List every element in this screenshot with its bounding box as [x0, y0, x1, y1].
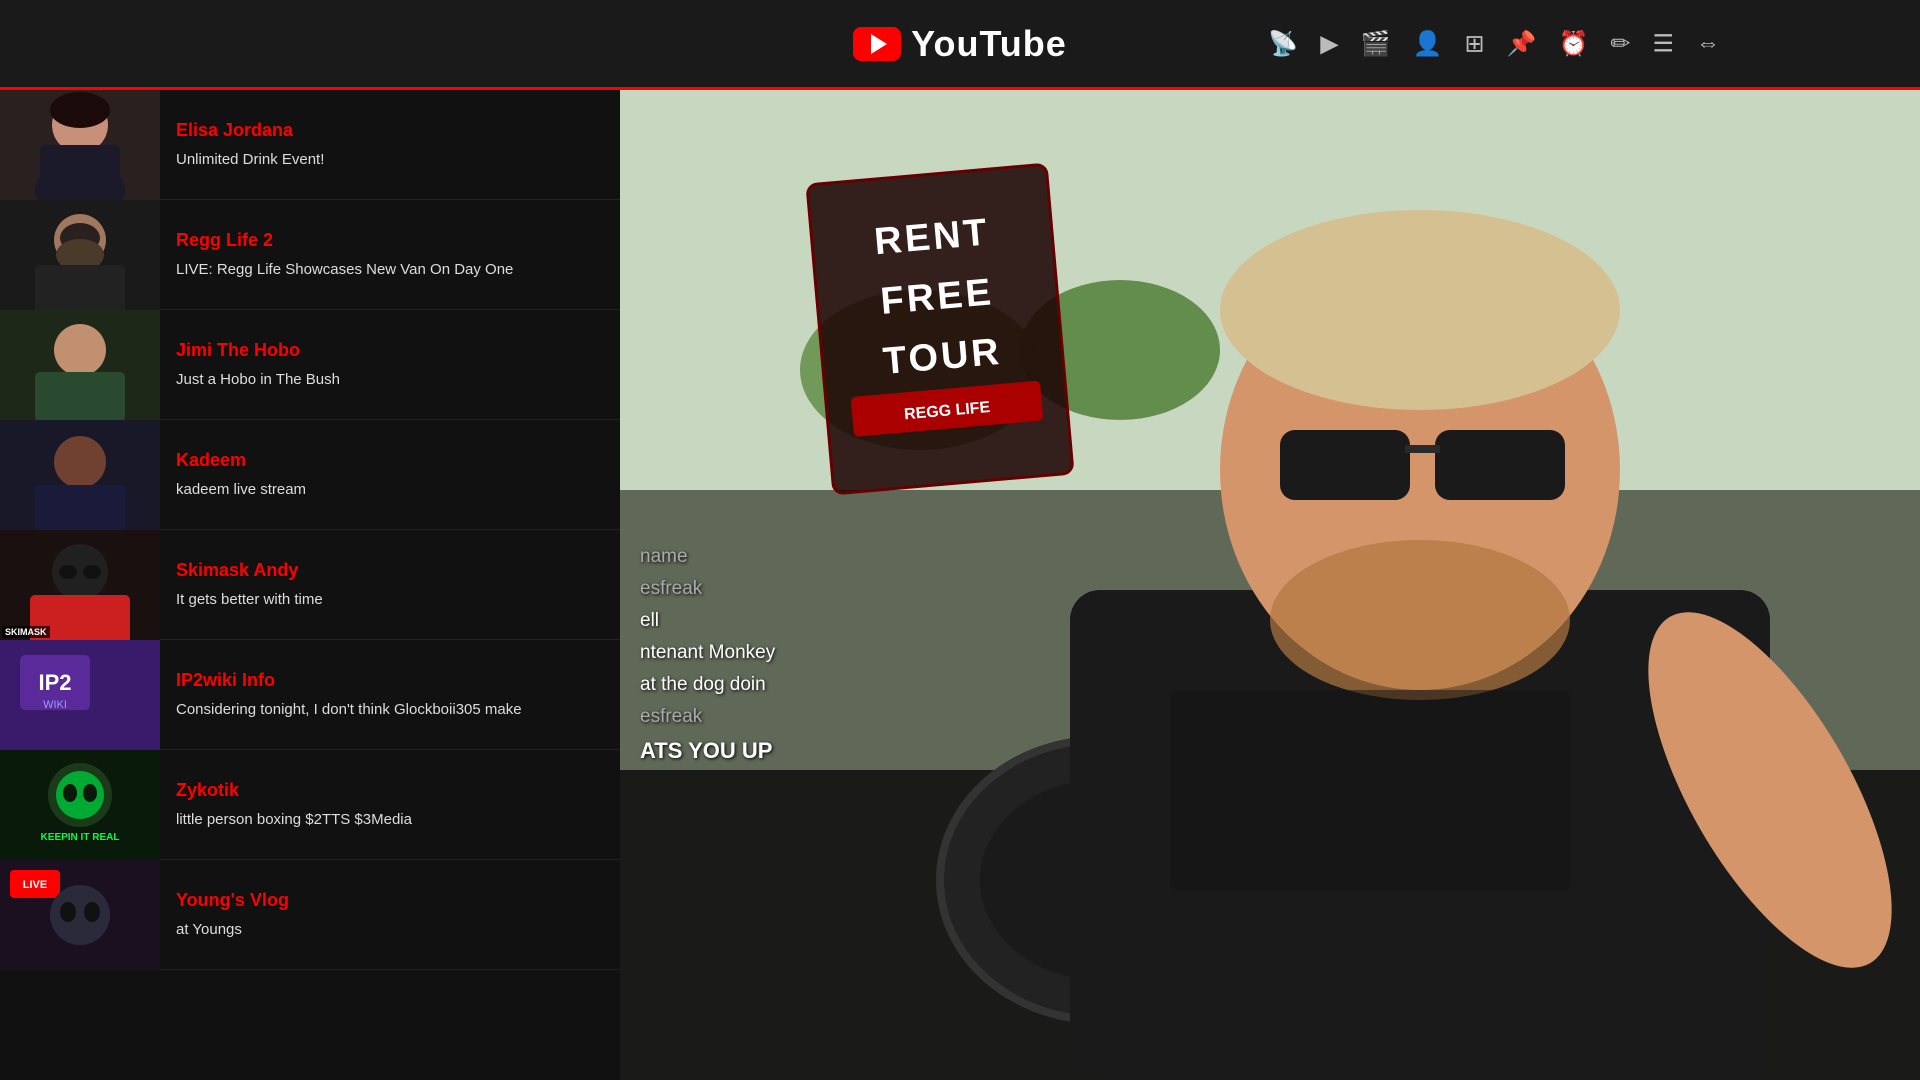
chat-line-7: ATS YOU UP — [640, 738, 940, 764]
stream-item-ip2[interactable]: IP2 WIKI IP2wiki Info Considering tonigh… — [0, 640, 620, 750]
stream-channel-regg: Regg Life 2 — [176, 230, 604, 251]
toolbar-icons: 📡 ▶ 🎬 👤 ⊞ 📌 ⏰ ✏ ☰ ⇔ — [1268, 29, 1720, 58]
expand-icon[interactable]: ⇔ — [1696, 30, 1720, 58]
svg-text:KEEPIN IT REAL: KEEPIN IT REAL — [41, 832, 120, 843]
video-area: RENT FREE TOUR REGG LIFE name esfreak el… — [620, 90, 1920, 1080]
stream-item-elisa[interactable]: Elisa Jordana Unlimited Drink Event! — [0, 90, 620, 200]
stream-channel-ip2: IP2wiki Info — [176, 670, 604, 691]
stream-title-regg: LIVE: Regg Life Showcases New Van On Day… — [176, 259, 604, 280]
stream-channel-zykotik: Zykotik — [176, 780, 604, 801]
stream-info-youngs: Young's Vlog at Youngs — [160, 860, 620, 969]
stream-channel-youngs: Young's Vlog — [176, 890, 604, 911]
stream-thumb-kadeem — [0, 420, 160, 530]
stream-channel-elisa: Elisa Jordana — [176, 120, 604, 141]
stream-item-youngs[interactable]: LIVE Young's Vlog at Youngs — [0, 860, 620, 970]
toolbar: 📡 ▶ 🎬 👤 ⊞ 📌 ⏰ ✏ ☰ ⇔ YouTube — [0, 0, 1920, 90]
stream-channel-jimi: Jimi The Hobo — [176, 340, 604, 361]
youtube-logo: YouTube — [853, 23, 1067, 65]
chat-line-5: at the dog doin — [640, 674, 940, 696]
stream-title-jimi: Just a Hobo in The Bush — [176, 369, 604, 390]
stream-thumb-elisa — [0, 90, 160, 200]
live-broadcast-icon[interactable]: 📡 — [1268, 29, 1298, 58]
stream-title-elisa: Unlimited Drink Event! — [176, 149, 604, 170]
stream-info-elisa: Elisa Jordana Unlimited Drink Event! — [160, 90, 620, 199]
stream-thumb-zykotik: KEEPIN IT REAL — [0, 750, 160, 860]
youtube-icon — [853, 27, 901, 61]
stream-title-skimask: It gets better with time — [176, 589, 604, 610]
svg-text:LIVE: LIVE — [23, 879, 47, 891]
chat-line-4: ntenant Monkey — [640, 642, 940, 664]
stream-title-kadeem: kadeem live stream — [176, 479, 604, 500]
stream-thumb-ip2: IP2 WIKI — [0, 640, 160, 750]
svg-text:IP2: IP2 — [38, 670, 71, 695]
stream-info-ip2: IP2wiki Info Considering tonight, I don'… — [160, 640, 620, 749]
stream-thumb-youngs: LIVE — [0, 860, 160, 970]
sidebar: Elisa Jordana Unlimited Drink Event! Reg… — [0, 90, 620, 1080]
stream-thumb-skimask: SKIMASK — [0, 530, 160, 640]
stream-info-regg: Regg Life 2 LIVE: Regg Life Showcases Ne… — [160, 200, 620, 309]
stream-title-youngs: at Youngs — [176, 919, 604, 940]
youtube-title: YouTube — [911, 23, 1067, 65]
grid-icon[interactable]: ⊞ — [1464, 29, 1484, 58]
skimask-label: SKIMASK — [2, 626, 50, 638]
chat-line-2: esfreak — [640, 578, 940, 600]
main-content: Elisa Jordana Unlimited Drink Event! Reg… — [0, 90, 1920, 1080]
stream-title-ip2: Considering tonight, I don't think Glock… — [176, 699, 604, 720]
profile-icon[interactable]: 👤 — [1413, 29, 1443, 58]
stream-info-jimi: Jimi The Hobo Just a Hobo in The Bush — [160, 310, 620, 419]
chat-line-3: ell — [640, 610, 940, 632]
stream-info-zykotik: Zykotik little person boxing $2TTS $3Med… — [160, 750, 620, 859]
sticker-overlay: RENT FREE TOUR REGG LIFE — [802, 159, 1079, 500]
stream-item-jimi[interactable]: Jimi The Hobo Just a Hobo in The Bush — [0, 310, 620, 420]
stream-item-zykotik[interactable]: KEEPIN IT REAL Zykotik little person box… — [0, 750, 620, 860]
stream-channel-kadeem: Kadeem — [176, 450, 604, 471]
stream-info-skimask: Skimask Andy It gets better with time — [160, 530, 620, 639]
stream-title-zykotik: little person boxing $2TTS $3Media — [176, 809, 604, 830]
stream-item-skimask[interactable]: SKIMASK Skimask Andy It gets better with… — [0, 530, 620, 640]
stream-item-regg[interactable]: Regg Life 2 LIVE: Regg Life Showcases Ne… — [0, 200, 620, 310]
svg-text:WIKI: WIKI — [43, 699, 67, 711]
stream-thumb-jimi — [0, 310, 160, 420]
chat-line-6: esfreak — [640, 706, 940, 728]
chat-overlay: name esfreak ell ntenant Monkey at the d… — [620, 536, 960, 774]
play-icon[interactable]: ▶ — [1320, 29, 1338, 58]
stream-info-kadeem: Kadeem kadeem live stream — [160, 420, 620, 529]
clock-icon[interactable]: ⏰ — [1558, 29, 1588, 58]
clip-icon[interactable]: 🎬 — [1361, 29, 1391, 58]
stream-item-kadeem[interactable]: Kadeem kadeem live stream — [0, 420, 620, 530]
pin-icon[interactable]: 📌 — [1507, 29, 1537, 58]
video-background: RENT FREE TOUR REGG LIFE name esfreak el… — [620, 90, 1920, 1080]
stream-thumb-regg — [0, 200, 160, 310]
list-icon[interactable]: ☰ — [1652, 29, 1674, 58]
edit-icon[interactable]: ✏ — [1610, 29, 1630, 58]
stream-channel-skimask: Skimask Andy — [176, 560, 604, 581]
chat-line-1: name — [640, 546, 940, 568]
